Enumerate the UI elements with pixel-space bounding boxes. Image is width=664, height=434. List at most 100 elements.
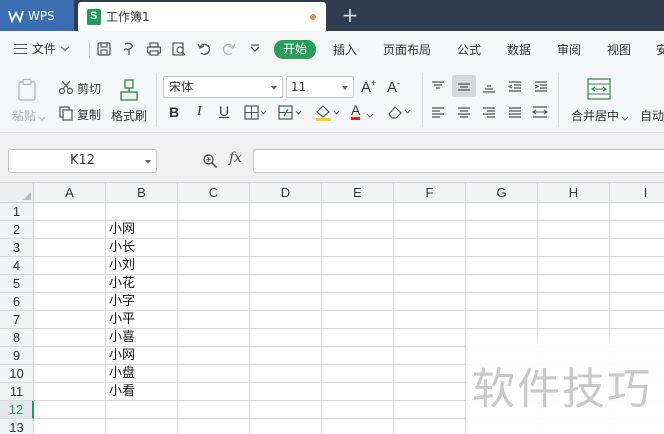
tab-home[interactable]: 开始 bbox=[274, 40, 317, 59]
cell-b9[interactable]: 小网 bbox=[106, 347, 178, 365]
document-tab[interactable]: 工作簿1 bbox=[78, 2, 326, 31]
paste-button-label[interactable]: 粘贴 bbox=[12, 107, 36, 124]
row-header-2[interactable]: 2 bbox=[0, 221, 34, 239]
file-menu-button[interactable]: 文件 bbox=[14, 40, 70, 57]
column-header-b[interactable]: B bbox=[106, 183, 178, 203]
column-header-h[interactable]: H bbox=[538, 183, 610, 203]
eraser-icon[interactable] bbox=[386, 104, 414, 123]
font-name-value: 宋体 bbox=[169, 80, 194, 94]
format-brush-icon[interactable] bbox=[117, 78, 141, 105]
auto-wrap-label[interactable]: 自动 bbox=[640, 107, 664, 124]
font-size-select[interactable]: 11 bbox=[286, 76, 354, 98]
row-header-10[interactable]: 10 bbox=[0, 365, 34, 383]
paste-icon[interactable] bbox=[17, 78, 39, 105]
copy-icon[interactable] bbox=[58, 105, 74, 124]
cell-style-icon[interactable] bbox=[278, 105, 304, 124]
merge-center-label[interactable]: 合并居中 bbox=[571, 107, 619, 124]
cell-b2[interactable]: 小网 bbox=[106, 221, 178, 239]
borders-icon[interactable] bbox=[244, 105, 268, 124]
font-color-button[interactable]: A bbox=[351, 103, 361, 120]
row-header-7[interactable]: 7 bbox=[0, 311, 34, 329]
underline-button[interactable]: U bbox=[219, 103, 229, 119]
print-preview-icon[interactable] bbox=[171, 41, 187, 57]
row-header-4[interactable]: 4 bbox=[0, 257, 34, 275]
shrink-font-button[interactable]: A- bbox=[387, 78, 400, 96]
distributed-align-icon[interactable] bbox=[531, 105, 549, 122]
wps-home-tab[interactable]: WPS bbox=[0, 0, 74, 31]
cut-button-label[interactable]: 剪切 bbox=[77, 80, 101, 97]
italic-button[interactable]: I bbox=[197, 104, 202, 120]
tab-security[interactable]: 安 bbox=[656, 42, 664, 58]
cell-b10[interactable]: 小盘 bbox=[106, 365, 178, 383]
chevron-down-icon[interactable] bbox=[621, 111, 629, 125]
cell-b3[interactable]: 小长 bbox=[106, 239, 178, 257]
scissors-icon[interactable] bbox=[58, 79, 74, 98]
cell-b11[interactable]: 小看 bbox=[106, 383, 178, 401]
row-header-6[interactable]: 6 bbox=[0, 293, 34, 311]
formula-input[interactable] bbox=[253, 149, 664, 173]
redo-icon[interactable] bbox=[221, 41, 237, 57]
chevron-down-icon bbox=[342, 86, 348, 90]
increase-indent-icon[interactable] bbox=[533, 80, 549, 97]
title-bar: WPS 工作簿1 + bbox=[0, 0, 664, 31]
align-center-icon[interactable] bbox=[456, 106, 472, 123]
row-header-9[interactable]: 9 bbox=[0, 347, 34, 365]
merge-cells-icon[interactable] bbox=[587, 78, 611, 103]
customize-dropdown-icon[interactable] bbox=[247, 41, 263, 57]
name-box[interactable]: K12 bbox=[8, 149, 157, 173]
align-left-icon[interactable] bbox=[430, 106, 446, 123]
new-tab-button[interactable]: + bbox=[340, 4, 360, 26]
cell-b5[interactable]: 小花 bbox=[106, 275, 178, 293]
bold-button[interactable]: B bbox=[169, 104, 179, 120]
select-all-button[interactable] bbox=[0, 183, 34, 203]
column-header-a[interactable]: A bbox=[34, 183, 106, 203]
grow-font-button[interactable]: A+ bbox=[361, 78, 376, 96]
tab-formulas[interactable]: 公式 bbox=[457, 42, 481, 58]
save-icon[interactable] bbox=[96, 41, 112, 57]
insert-function-button[interactable]: fx bbox=[229, 150, 242, 166]
paste-dropdown-icon[interactable] bbox=[38, 111, 46, 125]
align-bottom-icon[interactable] bbox=[481, 80, 497, 97]
decrease-indent-icon[interactable] bbox=[507, 80, 523, 97]
row-header-13[interactable]: 13 bbox=[0, 419, 34, 434]
format-painter-label[interactable]: 格式刷 bbox=[111, 107, 147, 124]
row-header-5[interactable]: 5 bbox=[0, 275, 34, 293]
align-top-icon[interactable] bbox=[430, 80, 446, 97]
document-tab-label: 工作簿1 bbox=[106, 10, 150, 24]
undo-icon[interactable] bbox=[196, 41, 212, 57]
chevron-down-icon[interactable] bbox=[366, 108, 374, 122]
column-header-c[interactable]: C bbox=[178, 183, 250, 203]
tab-page-layout[interactable]: 页面布局 bbox=[383, 42, 431, 58]
justify-icon[interactable] bbox=[507, 106, 523, 123]
watermark-text: 软件技巧 bbox=[472, 365, 652, 415]
unsaved-indicator bbox=[310, 14, 316, 20]
copy-button-label[interactable]: 复制 bbox=[77, 106, 101, 123]
tab-view[interactable]: 视图 bbox=[607, 42, 631, 58]
cell-b8[interactable]: 小喜 bbox=[106, 329, 178, 347]
tab-review[interactable]: 审阅 bbox=[557, 42, 581, 58]
row-header-3[interactable]: 3 bbox=[0, 239, 34, 257]
column-header-i[interactable]: I bbox=[610, 183, 664, 203]
cell-b6[interactable]: 小字 bbox=[106, 293, 178, 311]
column-header-f[interactable]: F bbox=[394, 183, 466, 203]
row-header-1[interactable]: 1 bbox=[0, 203, 34, 221]
cell-b4[interactable]: 小刘 bbox=[106, 257, 178, 275]
cell-b7[interactable]: 小平 bbox=[106, 311, 178, 329]
align-middle-icon[interactable] bbox=[456, 80, 472, 97]
format-painter-icon[interactable] bbox=[121, 41, 137, 57]
row-header-12[interactable]: 12 bbox=[0, 401, 34, 419]
shrink-font-glyph: A bbox=[387, 79, 398, 96]
zoom-icon[interactable] bbox=[202, 153, 218, 169]
font-name-select[interactable]: 宋体 bbox=[163, 76, 283, 98]
fill-color-icon[interactable] bbox=[314, 103, 342, 124]
column-header-g[interactable]: G bbox=[466, 183, 538, 203]
column-header-e[interactable]: E bbox=[322, 183, 394, 203]
row-header-8[interactable]: 8 bbox=[0, 329, 34, 347]
tab-insert[interactable]: 插入 bbox=[333, 42, 357, 58]
column-header-d[interactable]: D bbox=[250, 183, 322, 203]
tab-data[interactable]: 数据 bbox=[507, 42, 531, 58]
chevron-down-icon bbox=[271, 86, 277, 90]
align-right-icon[interactable] bbox=[481, 106, 497, 123]
row-header-11[interactable]: 11 bbox=[0, 383, 34, 401]
print-icon[interactable] bbox=[146, 41, 162, 57]
